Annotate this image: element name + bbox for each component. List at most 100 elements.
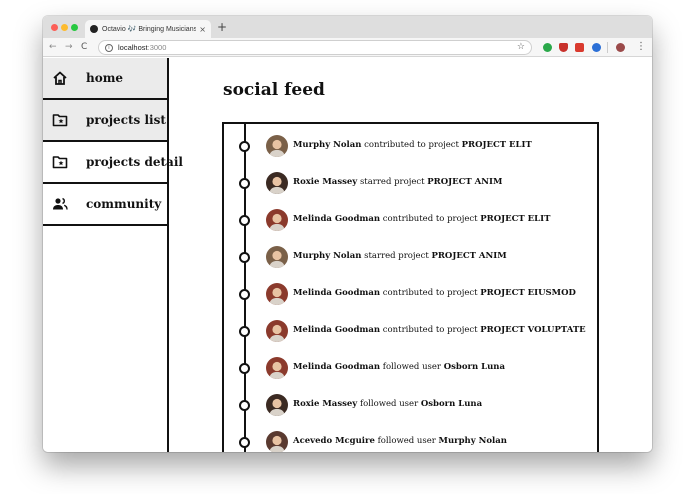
feed-entry-user[interactable]: Melinda Goodman (293, 325, 380, 335)
info-icon[interactable]: i (105, 43, 113, 52)
avatar[interactable] (266, 357, 288, 379)
feed-entry-target[interactable]: PROJECT VOLUPTATE (480, 325, 585, 335)
avatar[interactable] (266, 246, 288, 268)
social-feed: Murphy Nolan contributed to project PROJ… (222, 122, 599, 452)
feed-entry: Roxie Massey starred project PROJECT ANI… (224, 168, 597, 198)
avatar-image (266, 209, 288, 231)
sidebar-item-projects-detail[interactable]: projects detail (43, 142, 183, 184)
feed-entry-action: contributed to project (382, 288, 478, 298)
timeline-node (239, 141, 250, 152)
feed-entry: Melinda Goodman followed user Osborn Lun… (224, 353, 597, 383)
feed-entry-text: Acevedo Mcguire followed user Murphy Nol… (293, 436, 507, 446)
sidebar: home projects list projects detail commu… (43, 58, 183, 452)
forward-arrow-icon[interactable]: → (65, 41, 73, 53)
avatar-image (266, 246, 288, 268)
feed-entry-target[interactable]: PROJECT EIUSMOD (480, 288, 576, 298)
feed-entry-text: Murphy Nolan starred project PROJECT ANI… (293, 251, 507, 261)
feed-entry-action: contributed to project (382, 325, 478, 335)
timeline-node (239, 289, 250, 300)
extension-green-icon[interactable] (543, 43, 552, 52)
feed-entry-target[interactable]: Osborn Luna (444, 362, 505, 372)
back-arrow-icon[interactable]: ← (49, 41, 57, 53)
feed-entry-text: Melinda Goodman contributed to project P… (293, 325, 586, 335)
new-tab-button[interactable]: + (217, 20, 227, 34)
sidebar-item-label: home (86, 71, 124, 85)
sidebar-item-projects-list[interactable]: projects list (43, 100, 167, 142)
minimize-window-button[interactable] (61, 24, 68, 31)
feed-entry-target[interactable]: PROJECT ELIT (462, 140, 532, 150)
feed-entry-text: Murphy Nolan contributed to project PROJ… (293, 140, 532, 150)
reload-icon[interactable]: C (81, 41, 87, 53)
extension-blue-icon[interactable] (592, 43, 601, 52)
folder-star-icon (52, 114, 68, 127)
avatar-image (266, 394, 288, 416)
sidebar-item-home[interactable]: home (43, 58, 167, 100)
folder-star-icon (52, 156, 68, 169)
feed-entry-user[interactable]: Roxie Massey (293, 177, 357, 187)
tab-title: Octavio 🎶 Bringing Musicians Together (102, 26, 197, 33)
feed-entry-action: followed user (377, 436, 436, 446)
sidebar-item-label: community (86, 197, 162, 211)
browser-tab[interactable]: Octavio 🎶 Bringing Musicians Together × (85, 20, 211, 38)
maximize-window-button[interactable] (71, 24, 78, 31)
avatar[interactable] (266, 283, 288, 305)
feed-entry-user[interactable]: Murphy Nolan (293, 251, 361, 261)
extension-shield-icon[interactable] (559, 43, 568, 52)
page-content: home projects list projects detail commu… (43, 58, 652, 452)
feed-entry: Melinda Goodman contributed to project P… (224, 316, 597, 346)
feed-entry: Melinda Goodman contributed to project P… (224, 205, 597, 235)
feed-entry-text: Melinda Goodman contributed to project P… (293, 214, 550, 224)
profile-avatar-icon[interactable] (616, 43, 625, 52)
url-host: localhost (118, 43, 148, 52)
extension-red-icon[interactable] (575, 43, 584, 52)
sidebar-item-label: projects list (86, 113, 166, 127)
avatar[interactable] (266, 320, 288, 342)
close-window-button[interactable] (51, 24, 58, 31)
feed-entry-user[interactable]: Murphy Nolan (293, 140, 361, 150)
feed-entry: Acevedo Mcguire followed user Murphy Nol… (224, 427, 597, 452)
feed-entry-target[interactable]: PROJECT ANIM (427, 177, 502, 187)
address-bar[interactable]: i localhost:3000 ☆ (98, 40, 532, 55)
feed-entry-text: Roxie Massey followed user Osborn Luna (293, 399, 482, 409)
avatar[interactable] (266, 431, 288, 452)
toolbar-divider (607, 42, 608, 53)
browser-menu-icon[interactable]: ⋮ (636, 41, 646, 53)
feed-entry-text: Melinda Goodman followed user Osborn Lun… (293, 362, 505, 372)
feed-entry-user[interactable]: Melinda Goodman (293, 214, 380, 224)
avatar-image (266, 431, 288, 452)
avatar-image (266, 357, 288, 379)
bookmark-star-icon[interactable]: ☆ (517, 42, 525, 52)
feed-entry-target[interactable]: Murphy Nolan (439, 436, 507, 446)
feed-entry: Murphy Nolan contributed to project PROJ… (224, 131, 597, 161)
feed-entry-action: starred project (359, 177, 425, 187)
feed-entry-target[interactable]: PROJECT ELIT (480, 214, 550, 224)
feed-entry-user[interactable]: Roxie Massey (293, 399, 357, 409)
feed-entry-text: Roxie Massey starred project PROJECT ANI… (293, 177, 502, 187)
feed-entry-action: starred project (364, 251, 429, 261)
feed-entry-action: contributed to project (364, 140, 459, 150)
avatar[interactable] (266, 394, 288, 416)
feed-entry-user[interactable]: Acevedo Mcguire (293, 436, 375, 446)
browser-toolbar: ← → C i localhost:3000 ☆ ⋮ (43, 38, 652, 57)
browser-window: Octavio 🎶 Bringing Musicians Together × … (43, 16, 652, 452)
avatar[interactable] (266, 172, 288, 194)
timeline-node (239, 437, 250, 448)
sidebar-item-label: projects detail (86, 155, 183, 169)
avatar-image (266, 320, 288, 342)
feed-entry-target[interactable]: PROJECT ANIM (431, 251, 506, 261)
timeline-node (239, 400, 250, 411)
url-text[interactable]: localhost:3000 (118, 43, 166, 52)
feed-entry-target[interactable]: Osborn Luna (421, 399, 482, 409)
feed-entry: Roxie Massey followed user Osborn Luna (224, 390, 597, 420)
avatar[interactable] (266, 135, 288, 157)
sidebar-item-community[interactable]: community (43, 184, 167, 226)
avatar-image (266, 283, 288, 305)
tab-close-icon[interactable]: × (199, 25, 206, 34)
favicon-icon (90, 25, 98, 33)
home-icon (53, 71, 67, 85)
avatar[interactable] (266, 209, 288, 231)
timeline-node (239, 215, 250, 226)
feed-entry-user[interactable]: Melinda Goodman (293, 362, 380, 372)
feed-entry-user[interactable]: Melinda Goodman (293, 288, 380, 298)
feed-entry-action: followed user (359, 399, 419, 409)
